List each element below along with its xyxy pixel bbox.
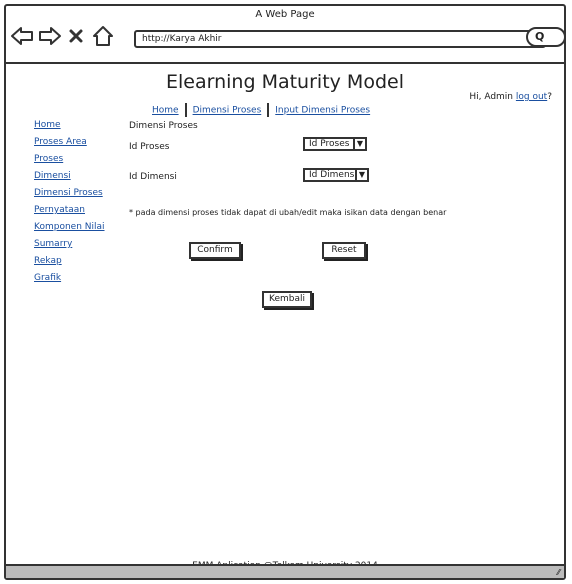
sidebar-item-komponen-nilai[interactable]: Komponen Nilai bbox=[34, 223, 105, 240]
close-icon[interactable] bbox=[66, 24, 86, 48]
breadcrumb-home[interactable]: Home bbox=[152, 106, 179, 116]
id-proses-value: Id Proses bbox=[309, 139, 350, 149]
id-proses-select[interactable]: Id Proses ▼ bbox=[303, 137, 367, 151]
id-proses-label: Id Proses bbox=[129, 142, 170, 152]
back-icon[interactable] bbox=[10, 24, 36, 48]
breadcrumb-input-dimensi-proses[interactable]: Input Dimensi Proses bbox=[275, 106, 370, 116]
reset-button[interactable]: Reset bbox=[322, 242, 366, 259]
sidebar-item-dimensi-proses[interactable]: Dimensi Proses bbox=[34, 189, 105, 206]
sidebar-item-sumarry[interactable]: Sumarry bbox=[34, 240, 105, 257]
greeting-suffix: ? bbox=[547, 92, 552, 102]
home-icon[interactable] bbox=[90, 24, 116, 48]
breadcrumb-separator bbox=[184, 103, 187, 117]
sidebar-nav: Home Proses Area Proses Dimensi Dimensi … bbox=[34, 121, 105, 291]
sidebar-item-dimensi[interactable]: Dimensi bbox=[34, 172, 105, 189]
status-bar: ⁄⁄ bbox=[6, 564, 564, 578]
sidebar-item-proses-area[interactable]: Proses Area bbox=[34, 138, 105, 155]
confirm-button[interactable]: Confirm bbox=[189, 242, 241, 259]
form-note: * pada dimensi proses tidak dapat di uba… bbox=[129, 208, 447, 217]
sidebar-item-grafik[interactable]: Grafik bbox=[34, 274, 105, 291]
resize-grip-icon[interactable]: ⁄⁄ bbox=[557, 568, 560, 577]
browser-toolbar: A Web Page http://Karya Akhir Q bbox=[6, 6, 566, 64]
search-icon: Q bbox=[535, 30, 545, 43]
id-dimensi-value: Id Dimensi bbox=[309, 170, 357, 180]
window-title: A Web Page bbox=[255, 9, 315, 20]
sidebar-item-rekap[interactable]: Rekap bbox=[34, 257, 105, 274]
back-button[interactable]: Kembali bbox=[262, 291, 312, 308]
browser-window: A Web Page http://Karya Akhir Q Elearnin… bbox=[4, 4, 566, 580]
logout-link[interactable]: log out bbox=[516, 92, 547, 102]
section-title: Dimensi Proses bbox=[129, 121, 198, 131]
breadcrumb-dimensi-proses[interactable]: Dimensi Proses bbox=[193, 106, 262, 116]
user-greeting: Hi, Admin log out? bbox=[469, 92, 552, 102]
breadcrumb: Home Dimensi Proses Input Dimensi Proses bbox=[152, 103, 370, 117]
breadcrumb-separator bbox=[267, 103, 270, 117]
id-dimensi-label: Id Dimensi bbox=[129, 172, 177, 182]
id-dimensi-select[interactable]: Id Dimensi ▼ bbox=[303, 168, 369, 182]
chevron-down-icon: ▼ bbox=[355, 170, 367, 180]
chevron-down-icon: ▼ bbox=[353, 139, 365, 149]
sidebar-item-home[interactable]: Home bbox=[34, 121, 105, 138]
sidebar-item-proses[interactable]: Proses bbox=[34, 155, 105, 172]
sidebar-item-pernyataan[interactable]: Pernyataan bbox=[34, 206, 105, 223]
greeting-text: Hi, Admin bbox=[469, 92, 514, 102]
url-field[interactable]: http://Karya Akhir bbox=[134, 30, 546, 48]
search-button[interactable]: Q bbox=[526, 27, 566, 47]
forward-icon[interactable] bbox=[36, 24, 62, 48]
page-title: Elearning Maturity Model bbox=[166, 71, 404, 93]
